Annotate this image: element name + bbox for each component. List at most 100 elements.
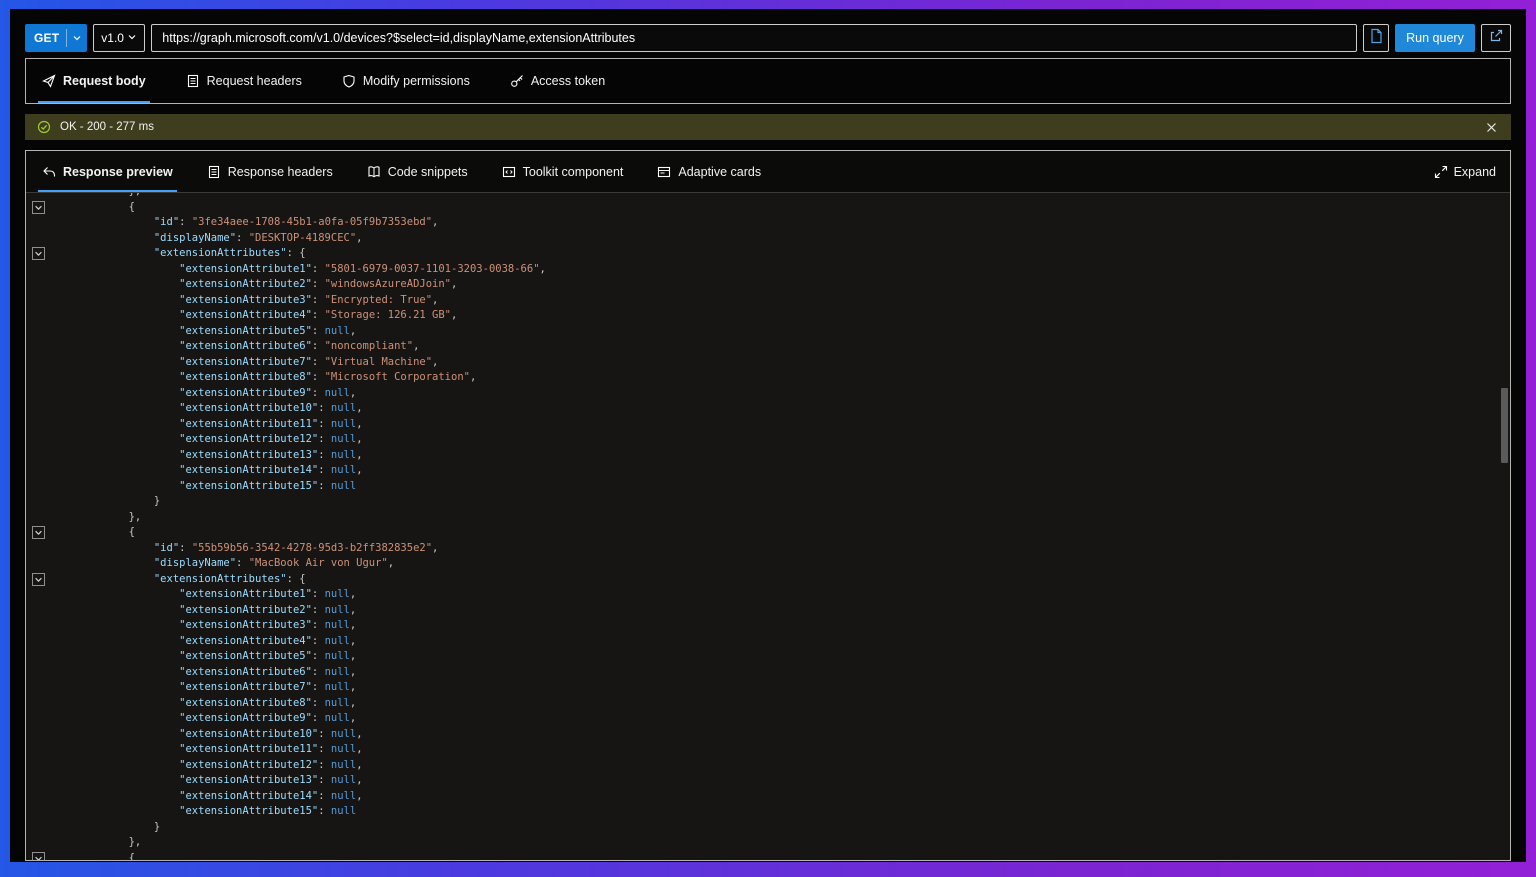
code-line: } [26, 494, 1496, 510]
code-text: "extensionAttribute3": null, [78, 618, 1496, 634]
gutter-space [26, 432, 78, 448]
document-icon [186, 74, 200, 88]
code-text: "extensionAttribute10": null, [78, 727, 1496, 743]
close-icon[interactable] [1484, 120, 1499, 135]
request-tabs: Request body Request headers Modify perm… [25, 58, 1511, 104]
send-icon [42, 74, 56, 88]
code-text: "extensionAttribute15": null [78, 479, 1496, 495]
code-text: "extensionAttribute14": null, [78, 463, 1496, 479]
component-icon [502, 165, 516, 179]
request-url-input[interactable] [151, 24, 1357, 52]
code-text: "extensionAttribute1": "5801-6979-0037-1… [78, 262, 1496, 278]
code-text: "displayName": "DESKTOP-4189CEC", [78, 231, 1496, 247]
gutter-space [26, 820, 78, 836]
code-text: "extensionAttribute11": null, [78, 742, 1496, 758]
tab-request-body[interactable]: Request body [38, 59, 150, 103]
run-query-button[interactable]: Run query [1395, 24, 1475, 52]
api-version-dropdown[interactable]: v1.0 [93, 24, 145, 52]
gutter-space [26, 680, 78, 696]
tab-request-headers[interactable]: Request headers [182, 59, 306, 103]
code-line: "displayName": "MacBook Air von Ugur", [26, 556, 1496, 572]
tab-access-token[interactable]: Access token [506, 59, 609, 103]
code-line: "extensionAttribute1": "5801-6979-0037-1… [26, 262, 1496, 278]
code-line: "extensionAttribute2": null, [26, 603, 1496, 619]
tab-label: Access token [531, 74, 605, 88]
gutter-space [26, 277, 78, 293]
fold-icon[interactable] [26, 572, 78, 588]
gutter-space [26, 541, 78, 557]
tab-modify-permissions[interactable]: Modify permissions [338, 59, 474, 103]
success-icon [37, 120, 51, 134]
code-line: "extensionAttribute9": null, [26, 711, 1496, 727]
graph-explorer-window: GET v1.0 Run query [10, 9, 1526, 862]
code-text: "id": "55b59b56-3542-4278-95d3-b2ff38283… [78, 541, 1496, 557]
gutter-space [26, 339, 78, 355]
code-text: "extensionAttribute9": null, [78, 711, 1496, 727]
code-text: "extensionAttribute13": null, [78, 773, 1496, 789]
tab-code-snippets[interactable]: Code snippets [363, 151, 472, 192]
gutter-space [26, 665, 78, 681]
code-line: "extensionAttribute13": null, [26, 448, 1496, 464]
tab-adaptive-cards[interactable]: Adaptive cards [653, 151, 765, 192]
code-line: "id": "55b59b56-3542-4278-95d3-b2ff38283… [26, 541, 1496, 557]
code-line: "displayName": "DESKTOP-4189CEC", [26, 231, 1496, 247]
scrollbar-thumb[interactable] [1501, 388, 1508, 463]
http-method-label: GET [25, 31, 66, 45]
response-editor[interactable]: }, { "id": "3fe34aee-1708-45b1-a0fa-05f9… [26, 193, 1510, 860]
shield-icon [342, 74, 356, 88]
code-text: "extensionAttribute2": null, [78, 603, 1496, 619]
gutter-space [26, 231, 78, 247]
gutter-space [26, 370, 78, 386]
code-text: "extensionAttribute7": null, [78, 680, 1496, 696]
gutter-space [26, 696, 78, 712]
code-line: "extensionAttribute6": "noncompliant", [26, 339, 1496, 355]
code-text: "id": "3fe34aee-1708-45b1-a0fa-05f9b7353… [78, 215, 1496, 231]
fold-icon[interactable] [26, 525, 78, 541]
code-line: "extensionAttribute8": "Microsoft Corpor… [26, 370, 1496, 386]
code-line: "extensionAttribute15": null [26, 804, 1496, 820]
code-text: "extensionAttribute15": null [78, 804, 1496, 820]
code-text: "extensionAttribute4": null, [78, 634, 1496, 650]
expand-button[interactable]: Expand [1434, 151, 1496, 192]
code-text: "extensionAttributes": { [78, 572, 1496, 588]
tab-label: Adaptive cards [678, 165, 761, 179]
code-line: "id": "3fe34aee-1708-45b1-a0fa-05f9b7353… [26, 215, 1496, 231]
code-line: { [26, 851, 1496, 861]
code-text: "extensionAttribute14": null, [78, 789, 1496, 805]
code-text: "extensionAttribute9": null, [78, 386, 1496, 402]
code-line: "extensionAttribute3": "Encrypted: True"… [26, 293, 1496, 309]
code-line: "extensionAttribute9": null, [26, 386, 1496, 402]
code-line: "extensionAttribute11": null, [26, 417, 1496, 433]
tab-label: Code snippets [388, 165, 468, 179]
tab-response-preview[interactable]: Response preview [38, 151, 177, 192]
share-query-button[interactable] [1481, 24, 1511, 52]
api-version-label: v1.0 [101, 31, 124, 45]
code-text: "extensionAttribute12": null, [78, 432, 1496, 448]
code-text: }, [78, 510, 1496, 526]
code-line: } [26, 820, 1496, 836]
code-line: "extensionAttribute4": "Storage: 126.21 … [26, 308, 1496, 324]
http-method-dropdown[interactable]: GET [25, 24, 87, 52]
tab-label: Toolkit component [523, 165, 624, 179]
code-line: "extensionAttribute12": null, [26, 432, 1496, 448]
code-text: }, [78, 835, 1496, 851]
fold-icon[interactable] [26, 851, 78, 861]
code-line: "extensionAttribute2": "windowsAzureADJo… [26, 277, 1496, 293]
code-line: "extensionAttribute5": null, [26, 324, 1496, 340]
gutter-space [26, 401, 78, 417]
expand-label: Expand [1454, 165, 1496, 179]
gutter-space [26, 634, 78, 650]
document-icon [1369, 28, 1383, 49]
code-line: "extensionAttribute8": null, [26, 696, 1496, 712]
key-icon [510, 74, 524, 88]
fold-icon[interactable] [26, 246, 78, 262]
gutter-space [26, 448, 78, 464]
sample-document-button[interactable] [1363, 24, 1389, 52]
gutter-space [26, 479, 78, 495]
fold-icon[interactable] [26, 200, 78, 216]
tab-toolkit-component[interactable]: Toolkit component [498, 151, 628, 192]
code-line: { [26, 200, 1496, 216]
code-line: "extensionAttribute14": null, [26, 789, 1496, 805]
code-line: "extensionAttribute4": null, [26, 634, 1496, 650]
tab-response-headers[interactable]: Response headers [203, 151, 337, 192]
